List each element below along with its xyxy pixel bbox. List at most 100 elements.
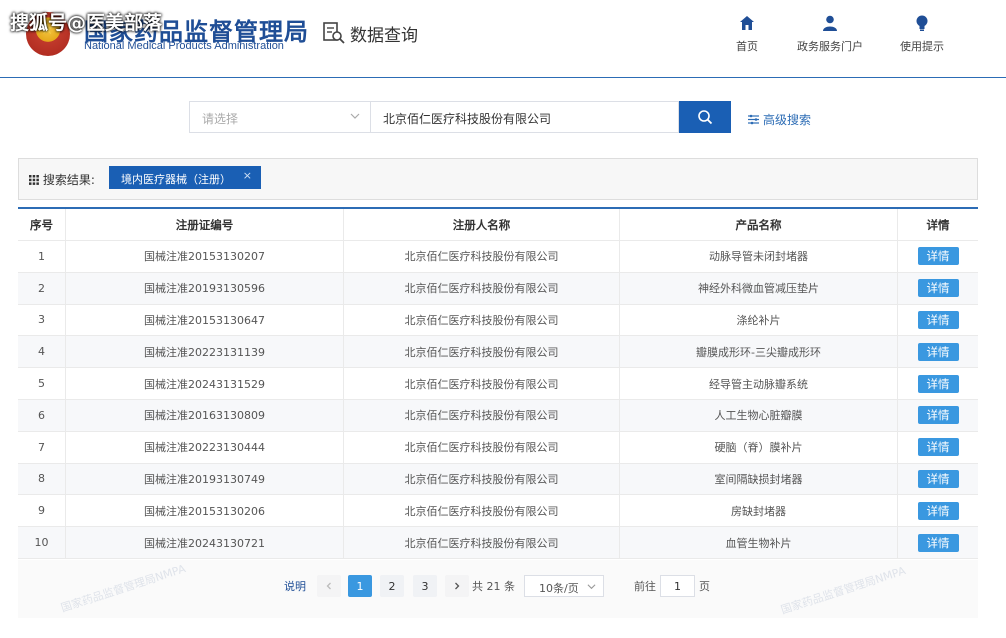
next-page-button[interactable] [445, 575, 469, 597]
category-select-placeholder: 请选择 [202, 112, 239, 126]
advanced-search-label: 高级搜索 [763, 113, 812, 127]
lightbulb-icon [916, 15, 928, 31]
close-icon[interactable]: × [243, 169, 252, 182]
page-3-button[interactable]: 3 [413, 575, 437, 597]
chevron-down-icon [587, 584, 596, 590]
row-registrant: 北京佰仁医疗科技股份有限公司 [344, 272, 620, 304]
grid-icon [29, 175, 39, 185]
chevron-left-icon [326, 582, 331, 590]
header-product: 产品名称 [620, 209, 898, 240]
row-registrant: 北京佰仁医疗科技股份有限公司 [344, 463, 620, 495]
detail-button[interactable]: 详情 [917, 469, 959, 488]
header-cert-number: 注册证编号 [66, 209, 344, 240]
chevron-right-icon [455, 582, 460, 590]
page-title-label: 数据查询 [350, 25, 418, 46]
row-product: 硬脑（脊）膜补片 [620, 431, 898, 463]
search-results-label: 搜索结果: [29, 171, 95, 188]
row-detail-cell: 详情 [898, 368, 978, 399]
row-index: 3 [18, 304, 66, 336]
row-cert-number: 国械注准20223130444 [66, 431, 344, 463]
prev-page-button[interactable] [317, 575, 341, 597]
nav-service-portal-label: 政务服务门户 [797, 40, 863, 53]
row-product: 神经外科微血管减压垫片 [620, 272, 898, 304]
detail-button[interactable]: 详情 [917, 533, 959, 552]
user-icon [823, 15, 837, 31]
row-detail-cell: 详情 [898, 273, 978, 304]
row-product: 室间隔缺损封堵器 [620, 463, 898, 495]
row-index: 4 [18, 336, 66, 368]
detail-button[interactable]: 详情 [917, 501, 959, 520]
category-select[interactable]: 请选择 [189, 101, 371, 133]
row-index: 2 [18, 272, 66, 304]
detail-button[interactable]: 详情 [917, 310, 959, 329]
table-row: 8 国械注准20193130749 北京佰仁医疗科技股份有限公司 室间隔缺损封堵器 详情 [18, 463, 978, 496]
nav-service-portal[interactable]: 政务服务门户 [797, 14, 863, 54]
row-cert-number: 国械注准20223131139 [66, 336, 344, 368]
row-detail-cell: 详情 [898, 527, 978, 558]
detail-button[interactable]: 详情 [917, 374, 959, 393]
row-cert-number: 国械注准20153130206 [66, 495, 344, 527]
detail-button[interactable]: 详情 [917, 247, 959, 266]
detail-button[interactable]: 详情 [917, 406, 959, 425]
row-registrant: 北京佰仁医疗科技股份有限公司 [344, 399, 620, 431]
search-icon [698, 110, 713, 125]
table-row: 9 国械注准20153130206 北京佰仁医疗科技股份有限公司 房缺封堵器 详情 [18, 495, 978, 528]
filter-tag[interactable]: 境内医疗器械（注册） × [109, 166, 261, 189]
header-detail: 详情 [926, 217, 950, 232]
detail-button[interactable]: 详情 [917, 279, 959, 298]
row-cert-number: 国械注准20243131529 [66, 368, 344, 399]
row-detail-cell: 详情 [898, 305, 978, 336]
page-title: 数据查询 [322, 20, 418, 46]
search-button[interactable] [679, 101, 731, 133]
table-header: 序号 注册证编号 注册人名称 产品名称 详情 [18, 209, 978, 241]
page-size-select[interactable]: 10条/页 [524, 575, 604, 597]
nav-home[interactable]: 首页 [736, 14, 758, 54]
row-index: 5 [18, 368, 66, 399]
table-row: 4 国械注准20223131139 北京佰仁医疗科技股份有限公司 瓣膜成形环-三尖瓣成… [18, 336, 978, 369]
row-index: 10 [18, 527, 66, 558]
row-cert-number: 国械注准20153130207 [66, 241, 344, 272]
row-registrant: 北京佰仁医疗科技股份有限公司 [344, 368, 620, 399]
row-detail-cell: 详情 [898, 495, 978, 526]
row-detail-cell: 详情 [898, 400, 978, 431]
row-registrant: 北京佰仁医疗科技股份有限公司 [344, 495, 620, 527]
row-product: 涤纶补片 [620, 304, 898, 336]
page-1-button[interactable]: 1 [348, 575, 372, 597]
row-product: 瓣膜成形环-三尖瓣成形环 [620, 336, 898, 368]
row-registrant: 北京佰仁医疗科技股份有限公司 [344, 527, 620, 558]
search-input[interactable]: 北京佰仁医疗科技股份有限公司 [371, 101, 679, 133]
explain-link[interactable]: 说明 [284, 575, 306, 597]
row-product: 房缺封堵器 [620, 495, 898, 527]
row-registrant: 北京佰仁医疗科技股份有限公司 [344, 431, 620, 463]
agency-name-en: National Medical Products Administration [84, 40, 284, 52]
goto-page-input[interactable]: 1 [660, 575, 695, 597]
table-row: 1 国械注准20153130207 北京佰仁医疗科技股份有限公司 动脉导管未闭封堵器详… [18, 241, 978, 273]
results-table: 序号 注册证编号 注册人名称 产品名称 详情 1 国械注准20153130207 北… [18, 207, 978, 559]
row-index: 8 [18, 463, 66, 495]
table-row: 3 国械注准20153130647 北京佰仁医疗科技股份有限公司 涤纶补片 详情 [18, 304, 978, 337]
table-row: 6 国械注准20163130809 北京佰仁医疗科技股份有限公司 人工生物心脏瓣膜 详情 [18, 399, 978, 432]
header-index: 序号 [18, 209, 66, 240]
header-registrant: 注册人名称 [344, 209, 620, 240]
page-unit-label: 页 [699, 580, 710, 593]
chevron-down-icon [350, 113, 360, 119]
row-product: 经导管主动脉瓣系统 [620, 368, 898, 399]
page-2-button[interactable]: 2 [380, 575, 404, 597]
sohu-watermark: 搜狐号@医美部落 [10, 12, 163, 34]
row-index: 9 [18, 495, 66, 527]
row-registrant: 北京佰仁医疗科技股份有限公司 [344, 241, 620, 272]
nav-usage-tips[interactable]: 使用提示 [900, 14, 944, 54]
filter-tag-label: 境内医疗器械（注册） [121, 173, 231, 186]
background-watermark: 国家药品监督管理局NMPA [779, 564, 908, 617]
background-watermark: 国家药品监督管理局NMPA [59, 562, 188, 615]
row-registrant: 北京佰仁医疗科技股份有限公司 [344, 336, 620, 368]
detail-button[interactable]: 详情 [917, 438, 959, 457]
row-product: 人工生物心脏瓣膜 [620, 399, 898, 431]
detail-button[interactable]: 详情 [917, 342, 959, 361]
row-cert-number: 国械注准20243130721 [66, 527, 344, 558]
table-row: 7 国械注准20223130444 北京佰仁医疗科技股份有限公司 硬脑（脊）膜补片 详情 [18, 431, 978, 464]
row-index: 6 [18, 399, 66, 431]
row-index: 7 [18, 431, 66, 463]
advanced-search-link[interactable]: 高级搜索 [748, 111, 811, 128]
row-registrant: 北京佰仁医疗科技股份有限公司 [344, 304, 620, 336]
